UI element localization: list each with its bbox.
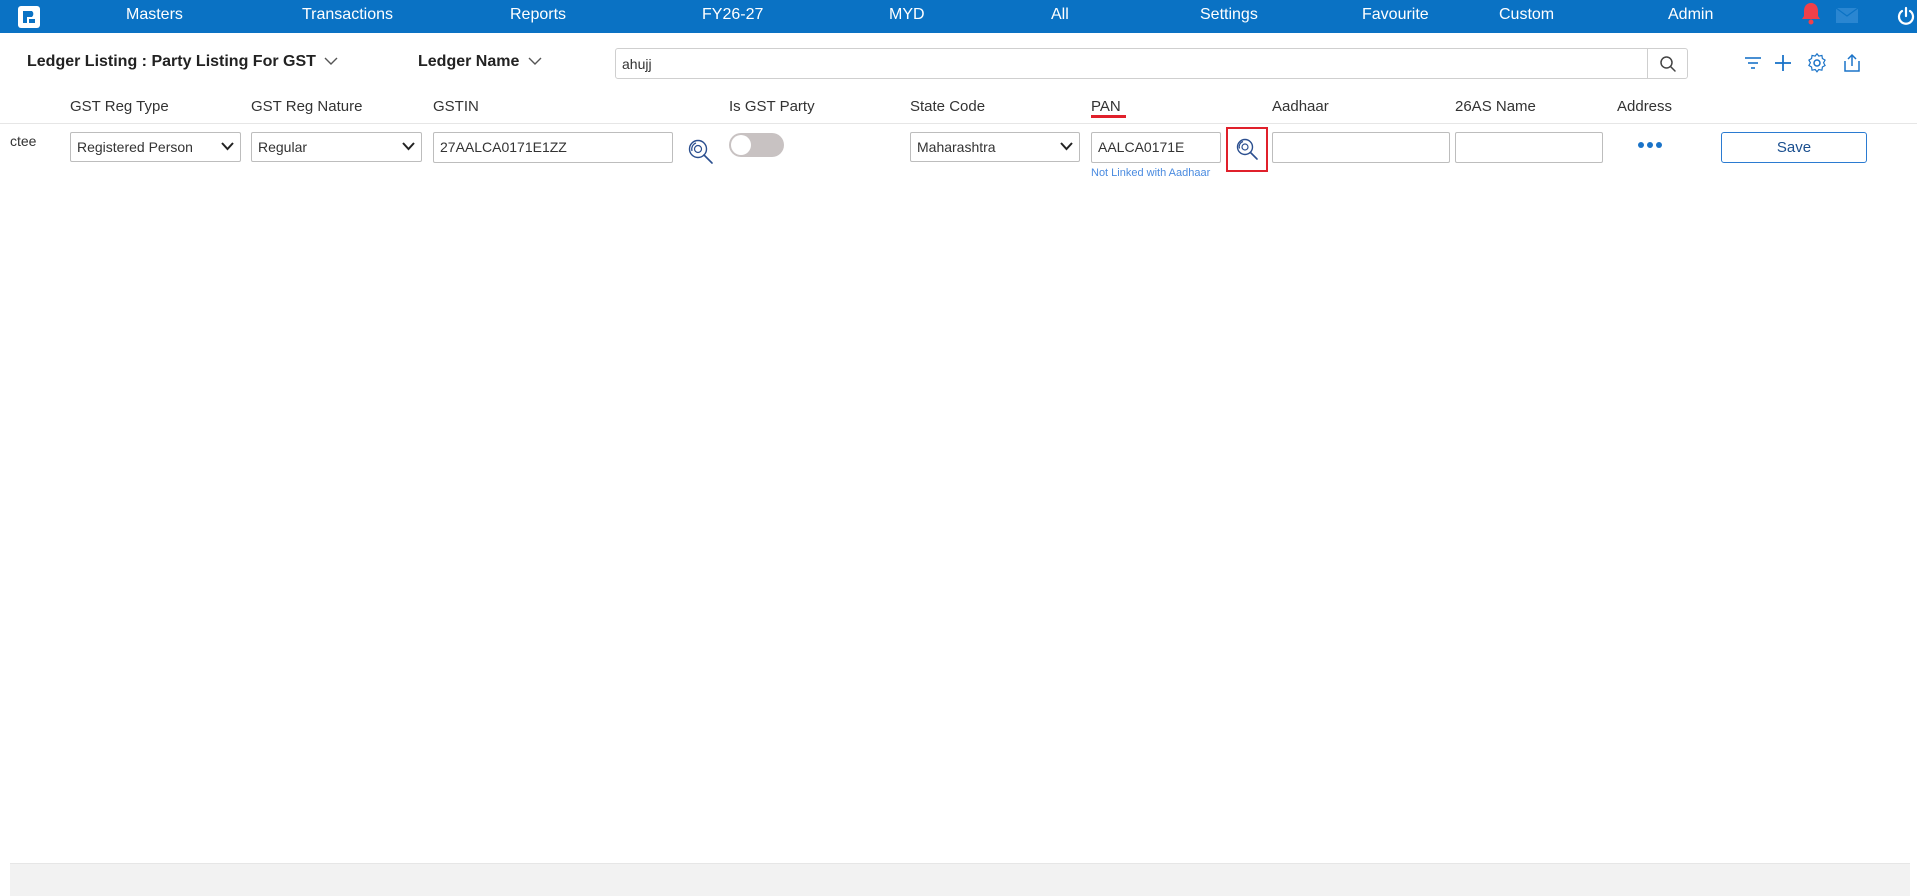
search-icon [1659, 55, 1676, 72]
column-header-is-gst-party[interactable]: Is GST Party [729, 98, 815, 115]
chevron-down-icon [324, 57, 338, 66]
top-nav-bar: Masters Transactions Reports FY26-27 MYD… [0, 0, 1917, 33]
nav-favourite[interactable]: Favourite [1362, 0, 1429, 33]
column-header-26as-name[interactable]: 26AS Name [1455, 98, 1536, 115]
nav-myd[interactable]: MYD [889, 0, 925, 33]
nav-settings[interactable]: Settings [1200, 0, 1258, 33]
search-input[interactable] [622, 53, 1622, 75]
column-header-pan[interactable]: PAN [1091, 98, 1121, 115]
gst-reg-nature-value: Regular [258, 139, 308, 155]
chevron-down-icon [221, 142, 234, 151]
power-icon[interactable] [1896, 6, 1916, 26]
search-box [615, 48, 1688, 79]
column-header-gst-reg-nature[interactable]: GST Reg Nature [251, 98, 362, 115]
pan-field[interactable]: AALCA0171E [1091, 132, 1221, 163]
address-more-icon[interactable] [1637, 140, 1663, 150]
nav-custom[interactable]: Custom [1499, 0, 1554, 33]
bell-icon[interactable] [1800, 1, 1822, 25]
add-icon[interactable] [1772, 52, 1794, 74]
state-code-select[interactable]: Maharashtra [910, 132, 1080, 162]
26as-name-field[interactable] [1455, 132, 1603, 163]
toggle-knob [731, 135, 751, 155]
column-header-gstin[interactable]: GSTIN [433, 98, 479, 115]
nav-admin[interactable]: Admin [1668, 0, 1713, 33]
gst-reg-nature-select[interactable]: Regular [251, 132, 422, 162]
gst-reg-type-select[interactable]: Registered Person [70, 132, 241, 162]
pan-aadhaar-link-status: Not Linked with Aadhaar [1091, 167, 1211, 179]
app-logo-icon[interactable] [18, 6, 40, 28]
26as-name-input[interactable] [1462, 133, 1602, 162]
nav-transactions[interactable]: Transactions [302, 0, 393, 33]
column-header-state-code[interactable]: State Code [910, 98, 985, 115]
chevron-down-icon [528, 57, 542, 66]
page-title-dropdown[interactable]: Ledger Listing : Party Listing For GST [27, 53, 338, 71]
filter-icon[interactable] [1742, 52, 1764, 74]
state-code-value: Maharashtra [917, 139, 996, 155]
aadhaar-input[interactable] [1279, 133, 1449, 162]
column-header-address[interactable]: Address [1617, 98, 1672, 115]
page-title: Ledger Listing : Party Listing For GST [27, 53, 316, 70]
active-column-underline [1091, 115, 1126, 118]
pan-lookup-icon[interactable] [1233, 135, 1263, 165]
gstin-lookup-icon[interactable] [686, 137, 716, 167]
mail-icon[interactable] [1836, 8, 1858, 23]
pan-value: AALCA0171E [1098, 139, 1185, 155]
save-button[interactable]: Save [1721, 132, 1867, 163]
aadhaar-field[interactable] [1272, 132, 1450, 163]
footer-bar [10, 863, 1910, 896]
nav-masters[interactable]: Masters [126, 0, 183, 33]
gstin-value: 27AALCA0171E1ZZ [440, 139, 567, 155]
is-gst-party-toggle[interactable] [729, 133, 784, 157]
nav-reports[interactable]: Reports [510, 0, 566, 33]
gst-reg-type-value: Registered Person [77, 139, 193, 155]
settings-icon[interactable] [1806, 52, 1828, 74]
gstin-field[interactable]: 27AALCA0171E1ZZ [433, 132, 673, 163]
export-icon[interactable] [1841, 52, 1863, 74]
column-header-gst-reg-type[interactable]: GST Reg Type [70, 98, 169, 115]
nav-fiscal-year[interactable]: FY26-27 [702, 0, 763, 33]
search-button[interactable] [1647, 49, 1687, 78]
column-header-aadhaar[interactable]: Aadhaar [1272, 98, 1329, 115]
ledger-name-filter-dropdown[interactable]: Ledger Name [418, 53, 542, 71]
nav-all[interactable]: All [1051, 0, 1069, 33]
chevron-down-icon [402, 142, 415, 151]
header-divider [0, 123, 1917, 124]
ledger-name-label: Ledger Name [418, 53, 520, 70]
chevron-down-icon [1060, 142, 1073, 151]
row-ledger-name-fragment: ctee [10, 133, 37, 149]
